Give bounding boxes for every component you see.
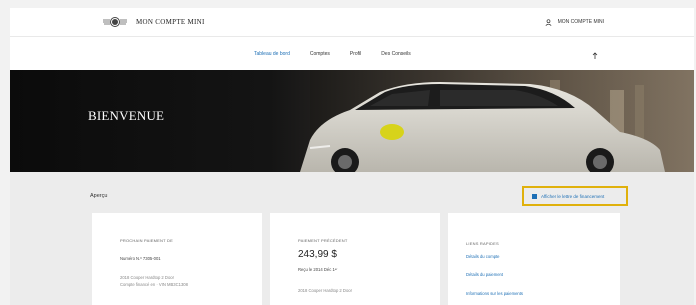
view-financing-letter-label: Afficher le lettre de financement <box>541 193 605 199</box>
nav-item-dashboard[interactable]: Tableau de bord <box>254 51 290 57</box>
document-icon <box>532 193 537 199</box>
payment-due: Reçu le 2014 Déc 1ᵉʳ <box>298 267 338 272</box>
account-number: Numéro N.º 7305-001 <box>120 256 161 261</box>
hero-title: BIENVENUE <box>88 108 165 123</box>
top-bar: MON COMPTE MINI MON COMPTE MINI <box>10 8 694 36</box>
link-account-details[interactable]: Détails du compte <box>466 254 500 259</box>
nav-item-tips[interactable]: Des Conseils <box>381 51 410 57</box>
brand-title: MON COMPTE MINI <box>136 18 205 26</box>
payment-card-title: PAIEMENT PRÉCÉDENT <box>298 238 348 243</box>
account-menu[interactable]: MON COMPTE MINI <box>545 18 604 26</box>
page-frame: MON COMPTE MINI MON COMPTE MINI Tableau … <box>10 8 694 305</box>
payment-amount: 243,99 $ <box>298 249 337 260</box>
view-financing-letter-button[interactable]: Afficher le lettre de financement <box>522 186 628 206</box>
main-nav: Tableau de bord Comptes Profil Des Conse… <box>10 36 694 70</box>
brand[interactable]: MON COMPTE MINI <box>102 16 205 28</box>
payment-vehicle-line: 2018 Cooper Hardtop 2 Door <box>298 288 353 293</box>
account-label: MON COMPTE MINI <box>557 19 604 25</box>
nav-item-accounts[interactable]: Comptes <box>310 51 330 57</box>
overview-header: Aperçu Afficher le lettre de financement <box>10 186 694 212</box>
vin-line[interactable]: Compte financé en · VIN MB3C1308 <box>120 282 188 287</box>
vehicle-line: 2018 Cooper Hardtop 2 Door <box>120 275 175 280</box>
quick-links-title: LIENS RAPIDES <box>466 241 499 246</box>
mini-logo-icon <box>102 16 128 28</box>
nav-item-profile[interactable]: Profil <box>350 51 361 57</box>
financing-card-title: PROCHAIN PAIEMENT DE <box>120 238 173 243</box>
summary-cards: PROCHAIN PAIEMENT DE Numéro N.º 7305-001… <box>92 213 632 305</box>
nav-items: Tableau de bord Comptes Profil Des Conse… <box>254 37 411 71</box>
scroll-up-icon[interactable] <box>590 48 600 59</box>
hero-banner: BIENVENUE <box>10 70 694 172</box>
link-payment-info[interactable]: Informations sur les paiements <box>466 291 523 296</box>
financing-card: PROCHAIN PAIEMENT DE Numéro N.º 7305-001… <box>92 213 262 305</box>
link-payment-details[interactable]: Détails du paiement <box>466 272 503 277</box>
payment-card: PAIEMENT PRÉCÉDENT 243,99 $ Reçu le 2014… <box>270 213 440 305</box>
user-icon <box>545 18 552 26</box>
overview-title: Aperçu <box>90 193 108 199</box>
quick-links-card: LIENS RAPIDES Détails du compte Détails … <box>448 213 620 305</box>
